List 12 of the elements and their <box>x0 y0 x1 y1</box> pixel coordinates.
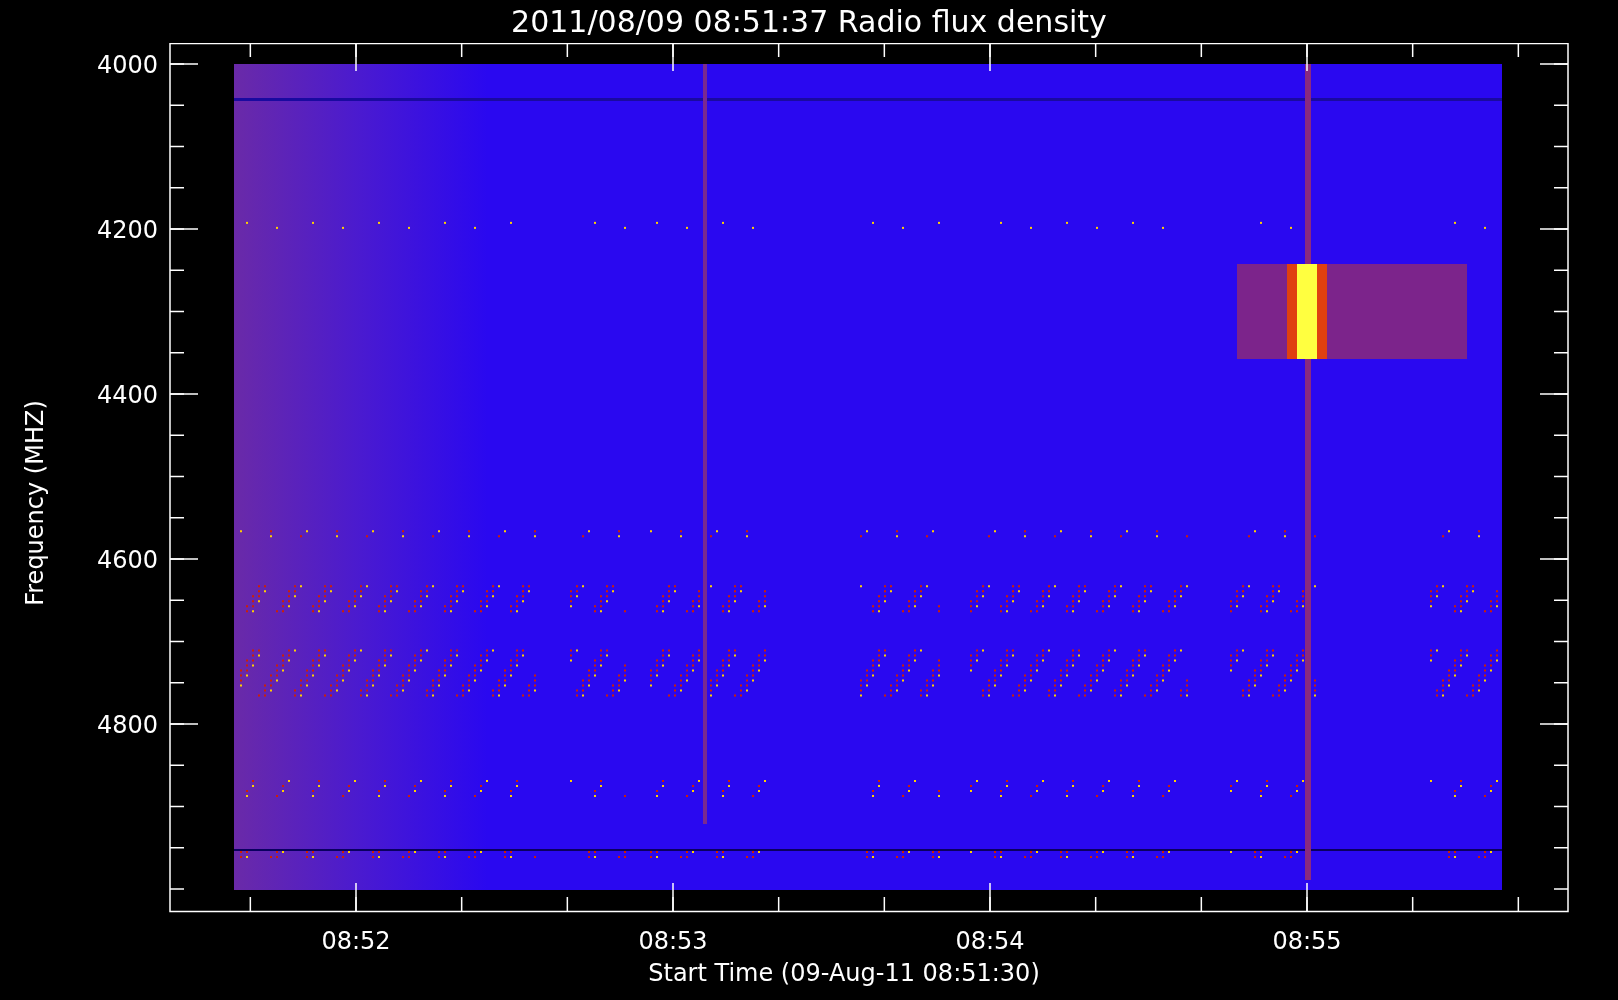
x-tick-label: 08:52 <box>321 927 391 955</box>
y-tick-label: 4000 <box>96 51 158 79</box>
x-tick-label: 08:53 <box>638 927 708 955</box>
y-tick-label: 4600 <box>96 546 158 574</box>
x-tick-label: 08:55 <box>1272 927 1342 955</box>
y-tick-label: 4800 <box>96 711 158 739</box>
y-axis-title: Frequency (MHZ) <box>23 400 47 606</box>
x-tick-label: 08:54 <box>955 927 1025 955</box>
y-tick-label: 4200 <box>96 216 158 244</box>
plot-title: 2011/08/09 08:51:37 Radio flux density <box>511 6 1107 37</box>
x-axis-title: Start Time (09-Aug-11 08:51:30) <box>648 961 1040 985</box>
y-tick-label: 4400 <box>96 381 158 409</box>
